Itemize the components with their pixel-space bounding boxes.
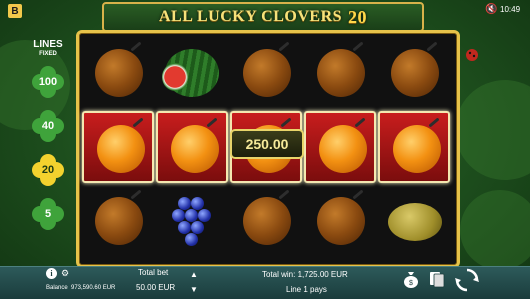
reel-symbol-orange: [304, 185, 376, 257]
gear-icon[interactable]: ⚙: [61, 268, 69, 279]
total-win-text: Total win: 1,725.00 EUR: [262, 270, 348, 279]
speaker-muted-icon[interactable]: 🔇: [485, 4, 497, 15]
win-amount-badge: 250.00: [230, 129, 304, 159]
spin-button[interactable]: [453, 266, 481, 294]
reel-symbol-grapes: [156, 185, 228, 257]
lines-option-label: 40: [41, 120, 55, 132]
money-bag-icon[interactable]: $: [400, 268, 422, 290]
lines-option-label: 100: [38, 76, 58, 88]
lines-title: LINES: [33, 39, 63, 50]
reel-symbol-orange: [82, 185, 154, 257]
reel-symbol-lemon: [378, 185, 450, 257]
line-pays-text: Line 1 pays: [286, 285, 327, 294]
reel-symbol-orange: [230, 185, 302, 257]
game-title-text: ALL LUCKY CLOVERS: [158, 8, 343, 25]
reel-symbol-orange: [230, 37, 302, 109]
paytable-cards-icon[interactable]: [426, 268, 448, 290]
brand-logo: B: [8, 4, 22, 18]
reel-symbol-orange: [378, 37, 450, 109]
reel-symbol-orange: [304, 37, 376, 109]
reel-symbol-orange-winning: [304, 111, 376, 183]
bet-increase-arrow-icon[interactable]: ▲: [190, 270, 198, 279]
balance-label: Balance: [46, 285, 68, 291]
balance-value: 973,590.60 EUR: [71, 285, 116, 291]
lines-option-label: 20: [41, 164, 55, 176]
lines-subtitle: FIXED: [39, 51, 57, 57]
lines-option-40[interactable]: 40: [31, 109, 65, 143]
reel-symbol-orange-winning: [378, 111, 450, 183]
lines-option-5[interactable]: 5: [31, 197, 65, 231]
info-icon[interactable]: i: [46, 268, 57, 279]
clock-time: 10:49: [500, 5, 521, 14]
bet-decrease-arrow-icon[interactable]: ▼: [190, 285, 198, 294]
ladybug-icon: [466, 49, 478, 61]
lines-option-20[interactable]: 20: [31, 153, 65, 187]
lines-option-100[interactable]: 100: [31, 65, 65, 99]
game-title-number: 20: [348, 6, 368, 27]
lines-option-label: 5: [44, 208, 52, 220]
reel-symbol-orange: [82, 37, 154, 109]
background-clover: [455, 80, 530, 180]
total-bet-label: Total bet: [138, 268, 169, 277]
background-clover: [460, 190, 530, 270]
game-title: ALL LUCKY CLOVERS 20: [102, 2, 424, 32]
svg-text:$: $: [409, 280, 413, 287]
reel-symbol-orange-winning: [156, 111, 228, 183]
total-bet-value: 50.00 EUR: [136, 283, 176, 292]
reel-symbol-orange-winning: [82, 111, 154, 183]
reel-symbol-watermelon: [156, 37, 228, 109]
spin-arrows-icon: [455, 268, 479, 292]
